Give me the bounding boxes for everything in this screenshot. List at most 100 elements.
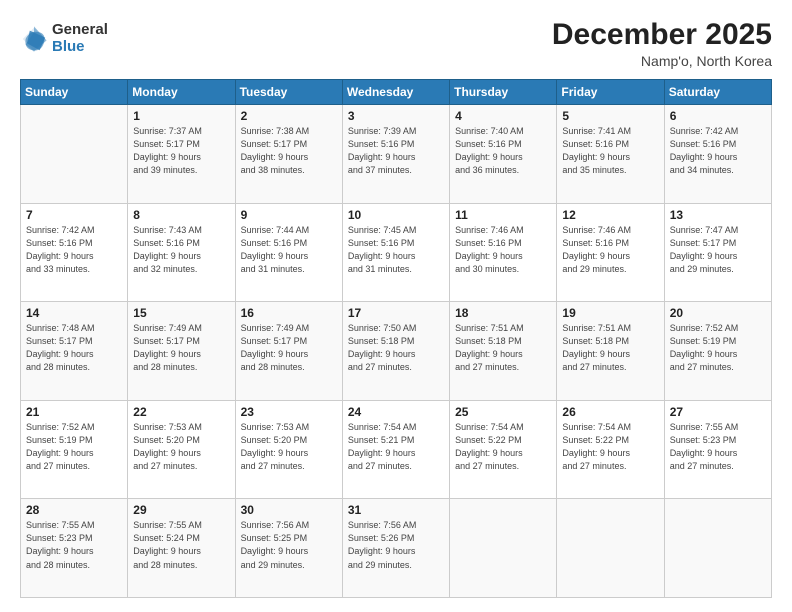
- calendar-cell: 16 Sunrise: 7:49 AMSunset: 5:17 PMDayligh…: [235, 302, 342, 401]
- day-info: Sunrise: 7:52 AMSunset: 5:19 PMDaylight:…: [26, 421, 122, 473]
- day-info: Sunrise: 7:42 AMSunset: 5:16 PMDaylight:…: [26, 224, 122, 276]
- calendar-header-thursday: Thursday: [450, 80, 557, 105]
- calendar-cell: 15 Sunrise: 7:49 AMSunset: 5:17 PMDayligh…: [128, 302, 235, 401]
- calendar-cell: 31 Sunrise: 7:56 AMSunset: 5:26 PMDayligh…: [342, 499, 449, 598]
- day-number: 22: [133, 405, 229, 419]
- calendar-cell: 8 Sunrise: 7:43 AMSunset: 5:16 PMDaylight…: [128, 203, 235, 302]
- day-info: Sunrise: 7:55 AMSunset: 5:23 PMDaylight:…: [26, 519, 122, 571]
- calendar-table: SundayMondayTuesdayWednesdayThursdayFrid…: [20, 79, 772, 598]
- day-number: 18: [455, 306, 551, 320]
- day-info: Sunrise: 7:42 AMSunset: 5:16 PMDaylight:…: [670, 125, 766, 177]
- day-info: Sunrise: 7:52 AMSunset: 5:19 PMDaylight:…: [670, 322, 766, 374]
- day-number: 15: [133, 306, 229, 320]
- day-info: Sunrise: 7:46 AMSunset: 5:16 PMDaylight:…: [455, 224, 551, 276]
- day-number: 20: [670, 306, 766, 320]
- calendar-cell: 19Sunrise: 7:51 AMSunset: 5:18 PMDayligh…: [557, 302, 664, 401]
- day-number: 24: [348, 405, 444, 419]
- logo-icon: [20, 25, 48, 53]
- calendar-cell: 30 Sunrise: 7:56 AMSunset: 5:25 PMDayligh…: [235, 499, 342, 598]
- calendar-week-2: 7 Sunrise: 7:42 AMSunset: 5:16 PMDaylight…: [21, 203, 772, 302]
- day-number: 5: [562, 109, 658, 123]
- calendar-cell: 11 Sunrise: 7:46 AMSunset: 5:16 PMDayligh…: [450, 203, 557, 302]
- day-info: Sunrise: 7:55 AMSunset: 5:24 PMDaylight:…: [133, 519, 229, 571]
- day-number: 16: [241, 306, 337, 320]
- calendar-cell: 29 Sunrise: 7:55 AMSunset: 5:24 PMDayligh…: [128, 499, 235, 598]
- calendar-cell: 27Sunrise: 7:55 AMSunset: 5:23 PMDayligh…: [664, 400, 771, 499]
- day-number: 9: [241, 208, 337, 222]
- day-number: 2: [241, 109, 337, 123]
- day-number: 12: [562, 208, 658, 222]
- day-number: 19: [562, 306, 658, 320]
- day-number: 6: [670, 109, 766, 123]
- day-info: Sunrise: 7:44 AMSunset: 5:16 PMDaylight:…: [241, 224, 337, 276]
- day-number: 14: [26, 306, 122, 320]
- page: General Blue December 2025 Namp'o, North…: [0, 0, 792, 612]
- main-title: December 2025: [552, 18, 772, 51]
- calendar-cell: [21, 105, 128, 204]
- day-number: 11: [455, 208, 551, 222]
- logo-blue-text: Blue: [52, 39, 108, 56]
- calendar-cell: 3Sunrise: 7:39 AMSunset: 5:16 PMDaylight…: [342, 105, 449, 204]
- day-info: Sunrise: 7:53 AMSunset: 5:20 PMDaylight:…: [133, 421, 229, 473]
- calendar-cell: 4 Sunrise: 7:40 AMSunset: 5:16 PMDaylight…: [450, 105, 557, 204]
- day-info: Sunrise: 7:45 AMSunset: 5:16 PMDaylight:…: [348, 224, 444, 276]
- calendar-cell: 18Sunrise: 7:51 AMSunset: 5:18 PMDayligh…: [450, 302, 557, 401]
- calendar-header-sunday: Sunday: [21, 80, 128, 105]
- day-info: Sunrise: 7:48 AMSunset: 5:17 PMDaylight:…: [26, 322, 122, 374]
- day-number: 17: [348, 306, 444, 320]
- day-info: Sunrise: 7:43 AMSunset: 5:16 PMDaylight:…: [133, 224, 229, 276]
- calendar-cell: 22 Sunrise: 7:53 AMSunset: 5:20 PMDayligh…: [128, 400, 235, 499]
- calendar-cell: 25 Sunrise: 7:54 AMSunset: 5:22 PMDayligh…: [450, 400, 557, 499]
- day-info: Sunrise: 7:55 AMSunset: 5:23 PMDaylight:…: [670, 421, 766, 473]
- day-info: Sunrise: 7:49 AMSunset: 5:17 PMDaylight:…: [241, 322, 337, 374]
- calendar-header-wednesday: Wednesday: [342, 80, 449, 105]
- calendar-cell: 20 Sunrise: 7:52 AMSunset: 5:19 PMDayligh…: [664, 302, 771, 401]
- day-number: 31: [348, 503, 444, 517]
- day-number: 28: [26, 503, 122, 517]
- day-info: Sunrise: 7:49 AMSunset: 5:17 PMDaylight:…: [133, 322, 229, 374]
- day-number: 4: [455, 109, 551, 123]
- calendar-week-3: 14 Sunrise: 7:48 AMSunset: 5:17 PMDayligh…: [21, 302, 772, 401]
- calendar-cell: 14 Sunrise: 7:48 AMSunset: 5:17 PMDayligh…: [21, 302, 128, 401]
- day-info: Sunrise: 7:50 AMSunset: 5:18 PMDaylight:…: [348, 322, 444, 374]
- day-info: Sunrise: 7:38 AMSunset: 5:17 PMDaylight:…: [241, 125, 337, 177]
- calendar-header-tuesday: Tuesday: [235, 80, 342, 105]
- logo-general-text: General: [52, 22, 108, 39]
- day-number: 29: [133, 503, 229, 517]
- calendar-cell: 1Sunrise: 7:37 AMSunset: 5:17 PMDaylight…: [128, 105, 235, 204]
- day-number: 23: [241, 405, 337, 419]
- day-number: 25: [455, 405, 551, 419]
- calendar-cell: 26Sunrise: 7:54 AMSunset: 5:22 PMDayligh…: [557, 400, 664, 499]
- calendar-cell: 23Sunrise: 7:53 AMSunset: 5:20 PMDayligh…: [235, 400, 342, 499]
- calendar-week-4: 21Sunrise: 7:52 AMSunset: 5:19 PMDayligh…: [21, 400, 772, 499]
- day-info: Sunrise: 7:39 AMSunset: 5:16 PMDaylight:…: [348, 125, 444, 177]
- calendar-week-5: 28 Sunrise: 7:55 AMSunset: 5:23 PMDayligh…: [21, 499, 772, 598]
- day-info: Sunrise: 7:54 AMSunset: 5:22 PMDaylight:…: [562, 421, 658, 473]
- header: General Blue December 2025 Namp'o, North…: [20, 18, 772, 69]
- day-number: 13: [670, 208, 766, 222]
- day-info: Sunrise: 7:41 AMSunset: 5:16 PMDaylight:…: [562, 125, 658, 177]
- calendar-cell: [664, 499, 771, 598]
- calendar-header-saturday: Saturday: [664, 80, 771, 105]
- day-number: 7: [26, 208, 122, 222]
- calendar-week-1: 1Sunrise: 7:37 AMSunset: 5:17 PMDaylight…: [21, 105, 772, 204]
- logo: General Blue: [20, 22, 108, 55]
- day-info: Sunrise: 7:37 AMSunset: 5:17 PMDaylight:…: [133, 125, 229, 177]
- day-number: 8: [133, 208, 229, 222]
- day-info: Sunrise: 7:54 AMSunset: 5:22 PMDaylight:…: [455, 421, 551, 473]
- calendar-cell: 21Sunrise: 7:52 AMSunset: 5:19 PMDayligh…: [21, 400, 128, 499]
- title-block: December 2025 Namp'o, North Korea: [552, 18, 772, 69]
- day-info: Sunrise: 7:56 AMSunset: 5:26 PMDaylight:…: [348, 519, 444, 571]
- calendar-cell: 13Sunrise: 7:47 AMSunset: 5:17 PMDayligh…: [664, 203, 771, 302]
- calendar-cell: 12 Sunrise: 7:46 AMSunset: 5:16 PMDayligh…: [557, 203, 664, 302]
- calendar-cell: 7 Sunrise: 7:42 AMSunset: 5:16 PMDaylight…: [21, 203, 128, 302]
- day-info: Sunrise: 7:40 AMSunset: 5:16 PMDaylight:…: [455, 125, 551, 177]
- day-number: 30: [241, 503, 337, 517]
- day-info: Sunrise: 7:46 AMSunset: 5:16 PMDaylight:…: [562, 224, 658, 276]
- day-info: Sunrise: 7:54 AMSunset: 5:21 PMDaylight:…: [348, 421, 444, 473]
- calendar-cell: [450, 499, 557, 598]
- calendar-header-row: SundayMondayTuesdayWednesdayThursdayFrid…: [21, 80, 772, 105]
- day-info: Sunrise: 7:56 AMSunset: 5:25 PMDaylight:…: [241, 519, 337, 571]
- day-number: 10: [348, 208, 444, 222]
- calendar-cell: 28 Sunrise: 7:55 AMSunset: 5:23 PMDayligh…: [21, 499, 128, 598]
